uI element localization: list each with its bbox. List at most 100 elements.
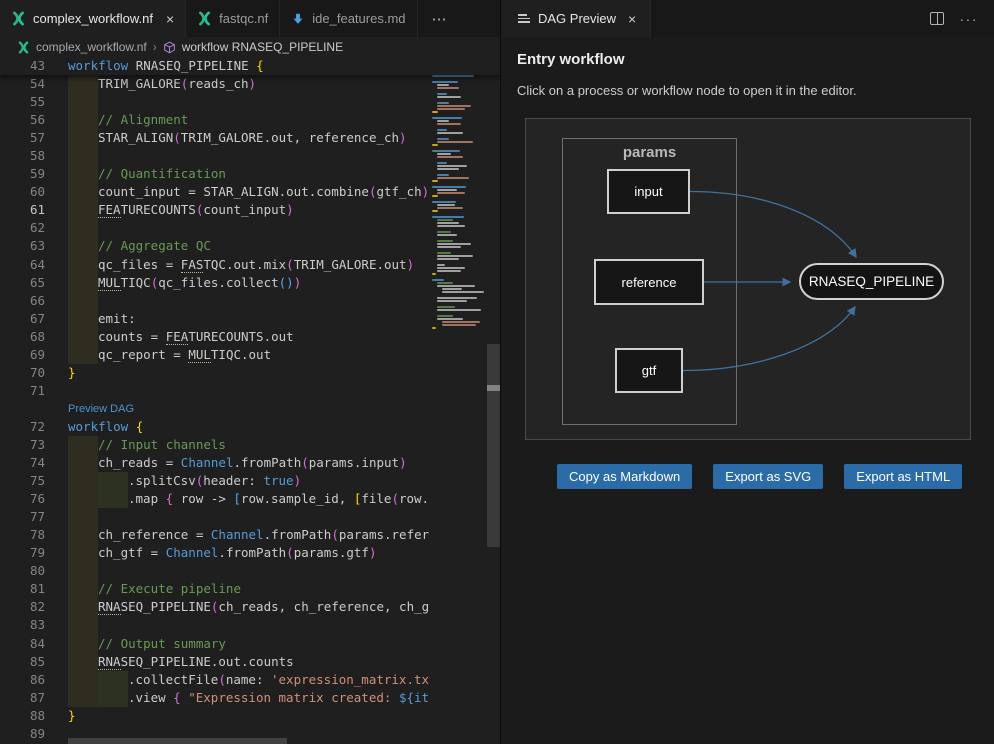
vscode-window: complex_workflow.nf × fastqc.nf ide_feat… (0, 0, 994, 744)
line-number: 60 (0, 183, 68, 201)
code-line[interactable]: 69qc_report = MULTIQC.out (0, 346, 500, 364)
line-number: 76 (0, 490, 68, 508)
tab-fastqc[interactable]: fastqc.nf (186, 0, 280, 37)
code-line[interactable]: 70} (0, 364, 500, 382)
code-line[interactable]: 88} (0, 707, 500, 725)
code-line[interactable]: 58 (0, 147, 500, 165)
code-line[interactable]: 60count_input = STAR_ALIGN.out.combine(g… (0, 183, 500, 201)
line-number: 89 (0, 725, 68, 743)
code-line[interactable]: 78ch_reference = Channel.fromPath(params… (0, 526, 500, 544)
dag-node-reference[interactable]: reference (594, 259, 704, 305)
code-line[interactable]: 63// Aggregate QC (0, 237, 500, 255)
code-line[interactable]: 79ch_gtf = Channel.fromPath(params.gtf) (0, 544, 500, 562)
minimap-line (437, 129, 447, 131)
dag-node-input[interactable]: input (607, 169, 690, 214)
minimap-line (442, 288, 462, 290)
code-line[interactable]: 73// Input channels (0, 436, 500, 454)
minimap-line (432, 195, 438, 197)
minimap-line (437, 306, 455, 308)
export-as-svg-button[interactable]: Export as SVG (713, 464, 823, 489)
tab-close-icon[interactable]: × (628, 11, 636, 27)
line-number: 77 (0, 508, 68, 526)
indent-guide-band (68, 292, 98, 310)
codelens-preview-dag[interactable]: Preview DAG (0, 400, 500, 418)
code-line[interactable]: 75.splitCsv(header: true) (0, 472, 500, 490)
code-line[interactable]: 81// Execute pipeline (0, 580, 500, 598)
tab-dag-preview[interactable]: DAG Preview × (501, 0, 651, 37)
minimap-line (437, 246, 461, 248)
code-line[interactable]: 59// Quantification (0, 165, 500, 183)
line-number: 56 (0, 111, 68, 129)
code-line[interactable]: 56// Alignment (0, 111, 500, 129)
minimap-line (432, 216, 464, 218)
code-editor[interactable]: 43workflow RNASEQ_PIPELINE { 54TRIM_GALO… (0, 57, 500, 744)
minimap-line (432, 186, 466, 188)
breadcrumb[interactable]: complex_workflow.nf › workflow RNASEQ_PI… (0, 37, 500, 57)
indent-guide-band (68, 508, 98, 526)
code-line[interactable]: 55 (0, 93, 500, 111)
minimap-line (437, 282, 453, 284)
minimap-line (437, 93, 447, 95)
sticky-scroll-line[interactable]: 43workflow RNASEQ_PIPELINE { (0, 57, 500, 75)
line-number: 83 (0, 616, 68, 634)
minimap-line (437, 234, 457, 236)
tab-complex-workflow[interactable]: complex_workflow.nf × (0, 0, 186, 37)
code-line[interactable]: 74ch_reads = Channel.fromPath(params.inp… (0, 454, 500, 472)
minimap-line (442, 291, 484, 293)
vertical-scrollbar-slider[interactable] (487, 344, 500, 547)
code-line[interactable]: 65MULTIQC(qc_files.collect()) (0, 274, 500, 292)
markdown-down-arrow-icon (291, 12, 305, 26)
line-number: 74 (0, 454, 68, 472)
code-line[interactable]: 85RNASEQ_PIPELINE.out.counts (0, 653, 500, 671)
line-number: 75 (0, 472, 68, 490)
code-line[interactable]: 66 (0, 292, 500, 310)
tab-ide-features[interactable]: ide_features.md (280, 0, 417, 37)
code-line[interactable]: 76.map { row -> [row.sample_id, [file(ro… (0, 490, 500, 508)
split-editor-icon[interactable] (930, 12, 944, 25)
minimap[interactable] (430, 57, 487, 744)
nextflow-icon (17, 41, 30, 54)
minimap-line (437, 153, 451, 155)
code-line[interactable]: 83 (0, 616, 500, 634)
line-number: 59 (0, 165, 68, 183)
export-as-html-button[interactable]: Export as HTML (844, 464, 962, 489)
minimap-line (437, 108, 465, 110)
minimap-line (437, 168, 459, 170)
preview-list-icon (518, 14, 530, 23)
code-line[interactable]: 82RNASEQ_PIPELINE(ch_reads, ch_reference… (0, 598, 500, 616)
code-line[interactable]: 77 (0, 508, 500, 526)
tab-label: fastqc.nf (219, 11, 268, 26)
code-line[interactable]: 67emit: (0, 310, 500, 328)
breadcrumb-file[interactable]: complex_workflow.nf (36, 40, 147, 54)
vertical-scrollbar[interactable] (487, 57, 500, 744)
code-line[interactable]: 54TRIM_GALORE(reads_ch) (0, 75, 500, 93)
line-number: 62 (0, 219, 68, 237)
dag-node-rnaseq-pipeline[interactable]: RNASEQ_PIPELINE (799, 263, 944, 300)
code-line[interactable]: 86.collectFile(name: 'expression_matrix.… (0, 671, 500, 689)
tab-overflow-icon[interactable]: ⋯ (432, 10, 448, 28)
indent-guide-band (68, 616, 98, 634)
code-line[interactable]: 87.view { "Expression matrix created: ${… (0, 689, 500, 707)
more-actions-icon[interactable]: ··· (960, 11, 979, 27)
horizontal-scrollbar[interactable] (68, 738, 287, 744)
line-number: 86 (0, 671, 68, 689)
copy-as-markdown-button[interactable]: Copy as Markdown (557, 464, 692, 489)
code-line[interactable]: 71 (0, 382, 500, 400)
code-line[interactable]: 72workflow { (0, 418, 500, 436)
code-line[interactable]: 64qc_files = FASTQC.out.mix(TRIM_GALORE.… (0, 256, 500, 274)
line-number: 72 (0, 418, 68, 436)
minimap-line (432, 210, 438, 212)
minimap-line (432, 144, 438, 146)
code-line[interactable]: 61FEATURECOUNTS(count_input) (0, 201, 500, 219)
code-line[interactable]: 80 (0, 562, 500, 580)
code-line[interactable]: 57STAR_ALIGN(TRIM_GALORE.out, reference_… (0, 129, 500, 147)
code-line[interactable]: 84// Output summary (0, 635, 500, 653)
breadcrumb-symbol[interactable]: workflow RNASEQ_PIPELINE (182, 40, 343, 54)
line-number: 87 (0, 689, 68, 707)
code-line[interactable]: 62 (0, 219, 500, 237)
dag-node-gtf[interactable]: gtf (615, 348, 683, 393)
code-line[interactable]: 43workflow RNASEQ_PIPELINE { (0, 57, 500, 75)
line-number: 58 (0, 147, 68, 165)
tab-close-icon[interactable]: × (166, 12, 174, 26)
code-line[interactable]: 68counts = FEATURECOUNTS.out (0, 328, 500, 346)
